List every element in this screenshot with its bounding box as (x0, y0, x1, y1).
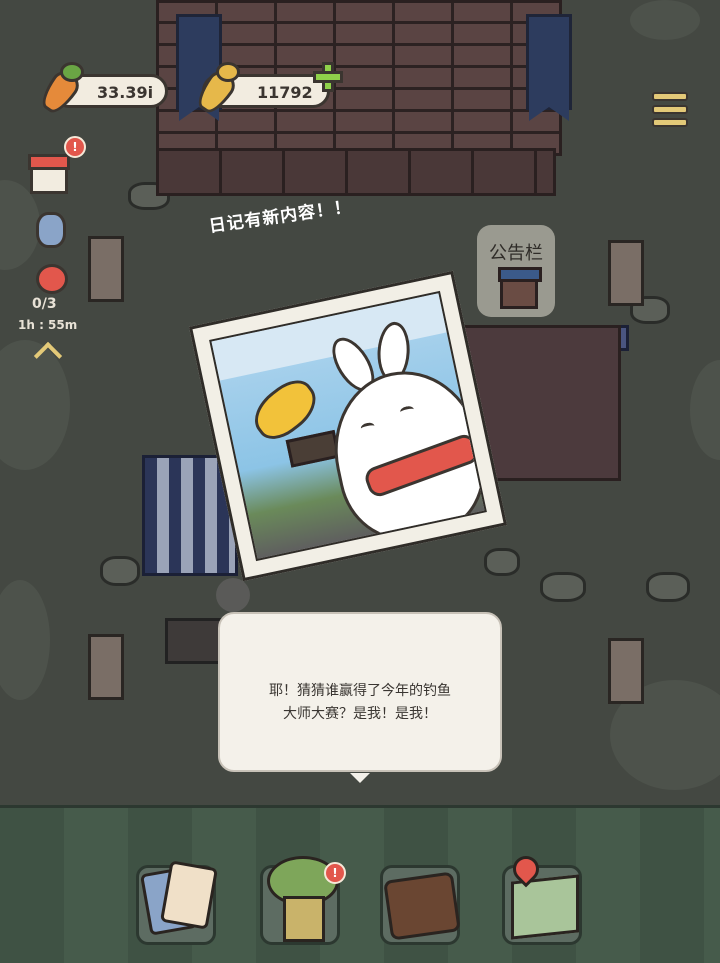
dialog-pointer (350, 773, 370, 783)
card-front (159, 860, 219, 930)
bush (0, 580, 50, 700)
stall-awning (28, 154, 70, 170)
gold-carrot-count: 11792 (257, 83, 313, 102)
bottom-nav-bar (0, 805, 720, 963)
backpack-icon (383, 871, 461, 941)
menu-icon-bar (652, 92, 688, 101)
bush (690, 360, 720, 460)
berry-icon (36, 264, 68, 294)
shop-alert-badge: ! (64, 136, 86, 158)
sign-post[interactable] (88, 634, 124, 700)
golden-carrot-icon (190, 62, 241, 119)
banner (526, 14, 572, 121)
tree-trunk (283, 896, 325, 942)
harvest-progress: 0/3 (32, 296, 57, 312)
harvest-timer-button[interactable] (32, 262, 70, 300)
menu-button[interactable] (652, 92, 688, 127)
diary-photo[interactable] (188, 270, 508, 582)
bush (0, 340, 70, 470)
stone (646, 572, 690, 602)
stone (100, 556, 140, 586)
sign-post[interactable] (608, 638, 644, 704)
stone (484, 548, 520, 576)
carrot-count: 33.39i (97, 83, 154, 102)
trophy-base (285, 429, 341, 468)
menu-icon-bar (652, 105, 688, 114)
shop-stall-button[interactable] (28, 150, 70, 194)
bulletin-board-icon (498, 267, 542, 309)
backpack-button[interactable] (380, 865, 461, 945)
sign-post[interactable] (88, 236, 124, 302)
bunny-buddy-button[interactable] (30, 208, 68, 248)
harvest-timer: 1h : 55m (18, 318, 78, 332)
bulletin-board-label: 公告栏 (489, 243, 543, 264)
building-deck (156, 148, 556, 196)
add-gold-carrots-button[interactable] (312, 62, 343, 92)
carrot-icon (34, 62, 85, 119)
map-button[interactable] (502, 850, 582, 945)
buddy-icon (36, 212, 66, 248)
bulletin-board-button[interactable]: 公告栏 (477, 225, 555, 317)
dialog-text: 耶！猜猜谁赢得了今年的钓鱼 大师大赛？是我！是我！ (220, 680, 500, 726)
cards-button[interactable] (136, 860, 219, 945)
menu-icon-bar (652, 118, 688, 127)
dialog-line-2: 大师大赛？是我！是我！ (283, 706, 437, 722)
tree-house-alert-badge: ! (324, 862, 346, 884)
bush (630, 0, 700, 40)
dialog-line-1: 耶！猜猜谁赢得了今年的钓鱼 (269, 683, 451, 699)
map-icon (511, 874, 579, 940)
dialog-box[interactable]: 耶！猜猜谁赢得了今年的钓鱼 大师大赛？是我！是我！ (218, 612, 502, 772)
small-character (216, 578, 250, 612)
stone (540, 572, 586, 602)
photo-image (209, 290, 487, 562)
sign-post[interactable] (608, 240, 644, 306)
